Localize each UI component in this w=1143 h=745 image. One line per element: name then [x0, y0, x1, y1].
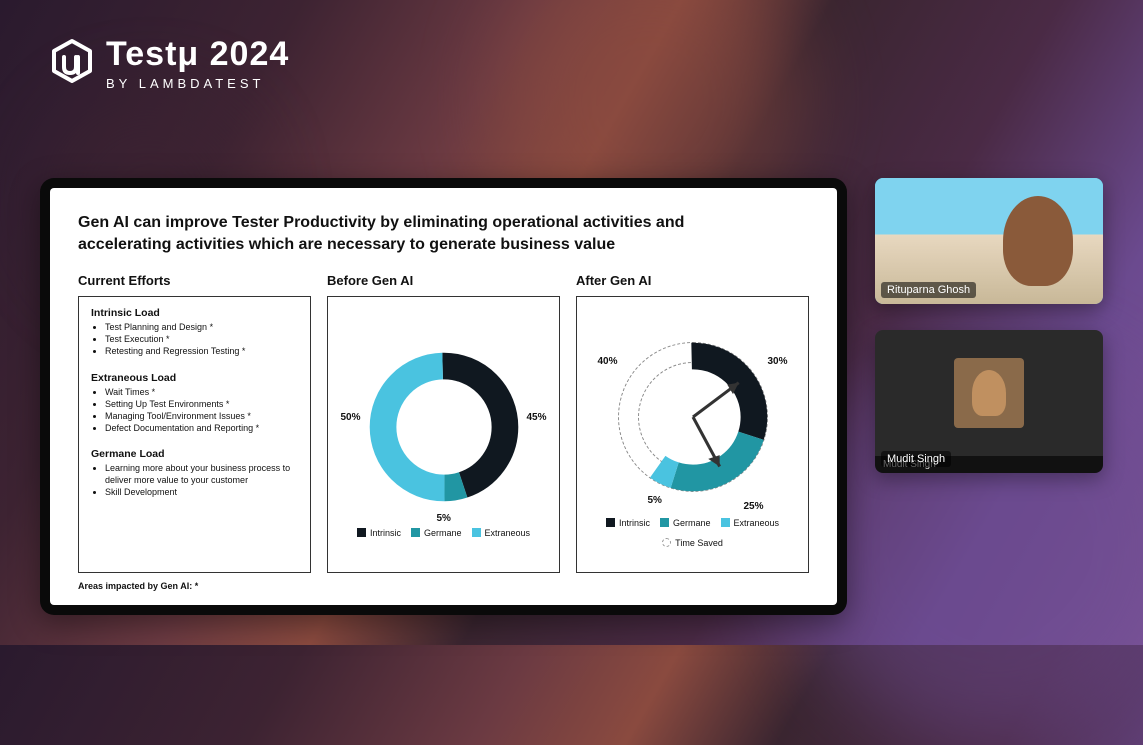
presentation-frame: Gen AI can improve Tester Productivity b…: [40, 178, 847, 615]
germane-heading: Germane Load: [91, 448, 298, 460]
legend-label: Time Saved: [675, 538, 723, 548]
participant-name: Mudit Singh: [881, 451, 951, 467]
participants-column: Rituparna Ghosh Mudit Singh Mudit Singh: [875, 178, 1103, 473]
legend-label: Extraneous: [485, 528, 531, 538]
stage: Gen AI can improve Tester Productivity b…: [40, 178, 1103, 615]
participant-tile-2[interactable]: Mudit Singh Mudit Singh: [875, 330, 1103, 473]
col-after: After Gen AI: [576, 273, 809, 573]
testmu-logo-icon: [48, 37, 96, 85]
after-donut: 30% 25% 5% 40%: [598, 322, 788, 512]
legend-label: Extraneous: [734, 518, 780, 528]
col2-title: Before Gen AI: [327, 273, 560, 288]
participant-tile-1[interactable]: Rituparna Ghosh: [875, 178, 1103, 304]
list-item: Skill Development: [105, 486, 298, 498]
after-legend: Intrinsic Germane Extraneous Time Saved: [589, 518, 796, 548]
chart-label: 25%: [743, 501, 763, 512]
chart-label: 45%: [526, 412, 546, 423]
slide-title: Gen AI can improve Tester Productivity b…: [78, 212, 751, 255]
list-item: Wait Times *: [105, 386, 298, 398]
list-item: Managing Tool/Environment Issues *: [105, 410, 298, 422]
donut-chart-after: [613, 337, 773, 497]
after-chart-panel: 30% 25% 5% 40% Intrinsic Germane Extrane…: [576, 296, 809, 573]
slide: Gen AI can improve Tester Productivity b…: [50, 188, 837, 605]
event-subtitle: BY LAMBDATEST: [106, 76, 289, 91]
participant-video: [875, 330, 1103, 456]
before-donut: 45% 5% 50%: [349, 332, 539, 522]
avatar: [954, 358, 1024, 428]
col1-title: Current Efforts: [78, 273, 311, 288]
intrinsic-heading: Intrinsic Load: [91, 307, 298, 319]
before-legend: Intrinsic Germane Extraneous: [357, 528, 530, 538]
chart-label: 5%: [437, 513, 451, 524]
chart-label: 50%: [341, 412, 361, 423]
list-item: Retesting and Regression Testing *: [105, 345, 298, 357]
list-item: Test Execution *: [105, 333, 298, 345]
list-item: Learning more about your business proces…: [105, 462, 298, 486]
participant-name: Rituparna Ghosh: [881, 282, 976, 298]
footnote: Areas impacted by Gen AI: *: [78, 581, 809, 591]
legend-label: Intrinsic: [370, 528, 401, 538]
legend-label: Germane: [673, 518, 711, 528]
col-before: Before Gen AI 45% 5%: [327, 273, 560, 573]
legend-label: Intrinsic: [619, 518, 650, 528]
col3-title: After Gen AI: [576, 273, 809, 288]
col-current-efforts: Current Efforts Intrinsic Load Test Plan…: [78, 273, 311, 573]
extraneous-heading: Extraneous Load: [91, 372, 298, 384]
legend-label: Germane: [424, 528, 462, 538]
list-item: Defect Documentation and Reporting *: [105, 422, 298, 434]
list-item: Test Planning and Design *: [105, 321, 298, 333]
before-chart-panel: 45% 5% 50% Intrinsic Germane Extraneous: [327, 296, 560, 573]
event-title: Testμ 2024: [106, 35, 289, 74]
event-logo: Testμ 2024 BY LAMBDATEST: [48, 35, 289, 91]
list-item: Setting Up Test Environments *: [105, 398, 298, 410]
efforts-panel: Intrinsic Load Test Planning and Design …: [78, 296, 311, 573]
